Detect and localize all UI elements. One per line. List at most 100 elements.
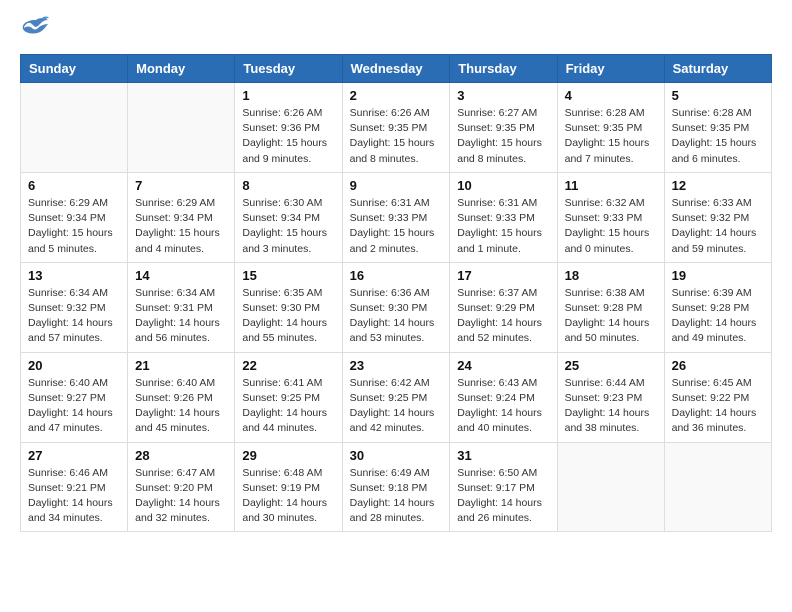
calendar-cell: 2 Sunrise: 6:26 AMSunset: 9:35 PMDaylight…: [342, 83, 450, 173]
logo-bird-icon: [22, 16, 50, 38]
day-info: Sunrise: 6:41 AMSunset: 9:25 PMDaylight:…: [242, 376, 334, 437]
calendar-week-row: 1 Sunrise: 6:26 AMSunset: 9:36 PMDaylight…: [21, 83, 772, 173]
day-number: 10: [457, 178, 549, 193]
page-header: [20, 20, 772, 38]
calendar-week-row: 6Sunrise: 6:29 AMSunset: 9:34 PMDaylight…: [21, 172, 772, 262]
day-info: Sunrise: 6:43 AMSunset: 9:24 PMDaylight:…: [457, 376, 549, 437]
day-number: 11: [565, 178, 657, 193]
calendar-cell: 30Sunrise: 6:49 AMSunset: 9:18 PMDayligh…: [342, 442, 450, 532]
calendar-cell: 21Sunrise: 6:40 AMSunset: 9:26 PMDayligh…: [128, 352, 235, 442]
day-number: 3: [457, 88, 549, 103]
calendar-cell: 5Sunrise: 6:28 AMSunset: 9:35 PMDaylight…: [664, 83, 771, 173]
column-header-saturday: Saturday: [664, 55, 771, 83]
day-info: Sunrise: 6:34 AMSunset: 9:31 PMDaylight:…: [135, 286, 227, 347]
calendar-cell: 23 Sunrise: 6:42 AMSunset: 9:25 PMDayligh…: [342, 352, 450, 442]
day-number: 9: [350, 178, 443, 193]
calendar-cell: 7 Sunrise: 6:29 AMSunset: 9:34 PMDaylight…: [128, 172, 235, 262]
day-info: Sunrise: 6:40 AMSunset: 9:27 PMDaylight:…: [28, 376, 120, 437]
calendar-cell: [664, 442, 771, 532]
calendar-week-row: 20 Sunrise: 6:40 AMSunset: 9:27 PMDayligh…: [21, 352, 772, 442]
day-number: 18: [565, 268, 657, 283]
day-info: Sunrise: 6:46 AMSunset: 9:21 PMDaylight:…: [28, 466, 120, 527]
calendar-cell: 10 Sunrise: 6:31 AMSunset: 9:33 PMDayligh…: [450, 172, 557, 262]
day-number: 30: [350, 448, 443, 463]
day-number: 20: [28, 358, 120, 373]
calendar-cell: 1 Sunrise: 6:26 AMSunset: 9:36 PMDaylight…: [235, 83, 342, 173]
calendar-cell: 27 Sunrise: 6:46 AMSunset: 9:21 PMDayligh…: [21, 442, 128, 532]
day-info: Sunrise: 6:30 AMSunset: 9:34 PMDaylight:…: [242, 196, 334, 257]
calendar-cell: 31Sunrise: 6:50 AMSunset: 9:17 PMDayligh…: [450, 442, 557, 532]
day-number: 13: [28, 268, 120, 283]
calendar-cell: 20 Sunrise: 6:40 AMSunset: 9:27 PMDayligh…: [21, 352, 128, 442]
day-number: 22: [242, 358, 334, 373]
day-info: Sunrise: 6:48 AMSunset: 9:19 PMDaylight:…: [242, 466, 334, 527]
column-header-wednesday: Wednesday: [342, 55, 450, 83]
calendar-cell: 16 Sunrise: 6:36 AMSunset: 9:30 PMDayligh…: [342, 262, 450, 352]
day-info: Sunrise: 6:31 AMSunset: 9:33 PMDaylight:…: [457, 196, 549, 257]
calendar-cell: 8 Sunrise: 6:30 AMSunset: 9:34 PMDaylight…: [235, 172, 342, 262]
calendar-cell: 11 Sunrise: 6:32 AMSunset: 9:33 PMDayligh…: [557, 172, 664, 262]
day-info: Sunrise: 6:38 AMSunset: 9:28 PMDaylight:…: [565, 286, 657, 347]
calendar-table: SundayMondayTuesdayWednesdayThursdayFrid…: [20, 54, 772, 532]
calendar-cell: 29 Sunrise: 6:48 AMSunset: 9:19 PMDayligh…: [235, 442, 342, 532]
day-number: 21: [135, 358, 227, 373]
calendar-cell: 4 Sunrise: 6:28 AMSunset: 9:35 PMDaylight…: [557, 83, 664, 173]
day-info: Sunrise: 6:45 AMSunset: 9:22 PMDaylight:…: [672, 376, 764, 437]
day-info: Sunrise: 6:34 AMSunset: 9:32 PMDaylight:…: [28, 286, 120, 347]
day-number: 23: [350, 358, 443, 373]
column-header-sunday: Sunday: [21, 55, 128, 83]
column-header-tuesday: Tuesday: [235, 55, 342, 83]
calendar-cell: 12Sunrise: 6:33 AMSunset: 9:32 PMDayligh…: [664, 172, 771, 262]
calendar-cell: 25 Sunrise: 6:44 AMSunset: 9:23 PMDayligh…: [557, 352, 664, 442]
calendar-cell: [21, 83, 128, 173]
day-number: 5: [672, 88, 764, 103]
day-info: Sunrise: 6:29 AMSunset: 9:34 PMDaylight:…: [135, 196, 227, 257]
calendar-week-row: 27 Sunrise: 6:46 AMSunset: 9:21 PMDayligh…: [21, 442, 772, 532]
column-header-monday: Monday: [128, 55, 235, 83]
day-number: 1: [242, 88, 334, 103]
day-info: Sunrise: 6:36 AMSunset: 9:30 PMDaylight:…: [350, 286, 443, 347]
day-info: Sunrise: 6:42 AMSunset: 9:25 PMDaylight:…: [350, 376, 443, 437]
calendar-cell: 15Sunrise: 6:35 AMSunset: 9:30 PMDayligh…: [235, 262, 342, 352]
calendar-week-row: 13 Sunrise: 6:34 AMSunset: 9:32 PMDayligh…: [21, 262, 772, 352]
calendar-cell: 28Sunrise: 6:47 AMSunset: 9:20 PMDayligh…: [128, 442, 235, 532]
day-number: 2: [350, 88, 443, 103]
day-number: 8: [242, 178, 334, 193]
day-number: 15: [242, 268, 334, 283]
day-info: Sunrise: 6:26 AMSunset: 9:35 PMDaylight:…: [350, 106, 443, 167]
calendar-cell: 14 Sunrise: 6:34 AMSunset: 9:31 PMDayligh…: [128, 262, 235, 352]
day-info: Sunrise: 6:26 AMSunset: 9:36 PMDaylight:…: [242, 106, 334, 167]
day-number: 24: [457, 358, 549, 373]
day-number: 12: [672, 178, 764, 193]
calendar-cell: 3Sunrise: 6:27 AMSunset: 9:35 PMDaylight…: [450, 83, 557, 173]
calendar-cell: 19 Sunrise: 6:39 AMSunset: 9:28 PMDayligh…: [664, 262, 771, 352]
day-number: 25: [565, 358, 657, 373]
day-info: Sunrise: 6:39 AMSunset: 9:28 PMDaylight:…: [672, 286, 764, 347]
day-number: 4: [565, 88, 657, 103]
day-number: 14: [135, 268, 227, 283]
calendar-cell: 22 Sunrise: 6:41 AMSunset: 9:25 PMDayligh…: [235, 352, 342, 442]
calendar-cell: [557, 442, 664, 532]
day-info: Sunrise: 6:32 AMSunset: 9:33 PMDaylight:…: [565, 196, 657, 257]
day-number: 16: [350, 268, 443, 283]
day-number: 28: [135, 448, 227, 463]
calendar-cell: 18 Sunrise: 6:38 AMSunset: 9:28 PMDayligh…: [557, 262, 664, 352]
column-header-thursday: Thursday: [450, 55, 557, 83]
day-info: Sunrise: 6:31 AMSunset: 9:33 PMDaylight:…: [350, 196, 443, 257]
day-number: 27: [28, 448, 120, 463]
day-info: Sunrise: 6:29 AMSunset: 9:34 PMDaylight:…: [28, 196, 120, 257]
calendar-cell: 24 Sunrise: 6:43 AMSunset: 9:24 PMDayligh…: [450, 352, 557, 442]
day-number: 29: [242, 448, 334, 463]
calendar-cell: 26 Sunrise: 6:45 AMSunset: 9:22 PMDayligh…: [664, 352, 771, 442]
calendar-cell: 13 Sunrise: 6:34 AMSunset: 9:32 PMDayligh…: [21, 262, 128, 352]
day-info: Sunrise: 6:50 AMSunset: 9:17 PMDaylight:…: [457, 466, 549, 527]
day-info: Sunrise: 6:37 AMSunset: 9:29 PMDaylight:…: [457, 286, 549, 347]
column-header-friday: Friday: [557, 55, 664, 83]
day-number: 19: [672, 268, 764, 283]
day-number: 7: [135, 178, 227, 193]
day-info: Sunrise: 6:28 AMSunset: 9:35 PMDaylight:…: [565, 106, 657, 167]
day-number: 26: [672, 358, 764, 373]
day-info: Sunrise: 6:44 AMSunset: 9:23 PMDaylight:…: [565, 376, 657, 437]
calendar-header-row: SundayMondayTuesdayWednesdayThursdayFrid…: [21, 55, 772, 83]
logo: [20, 20, 50, 38]
